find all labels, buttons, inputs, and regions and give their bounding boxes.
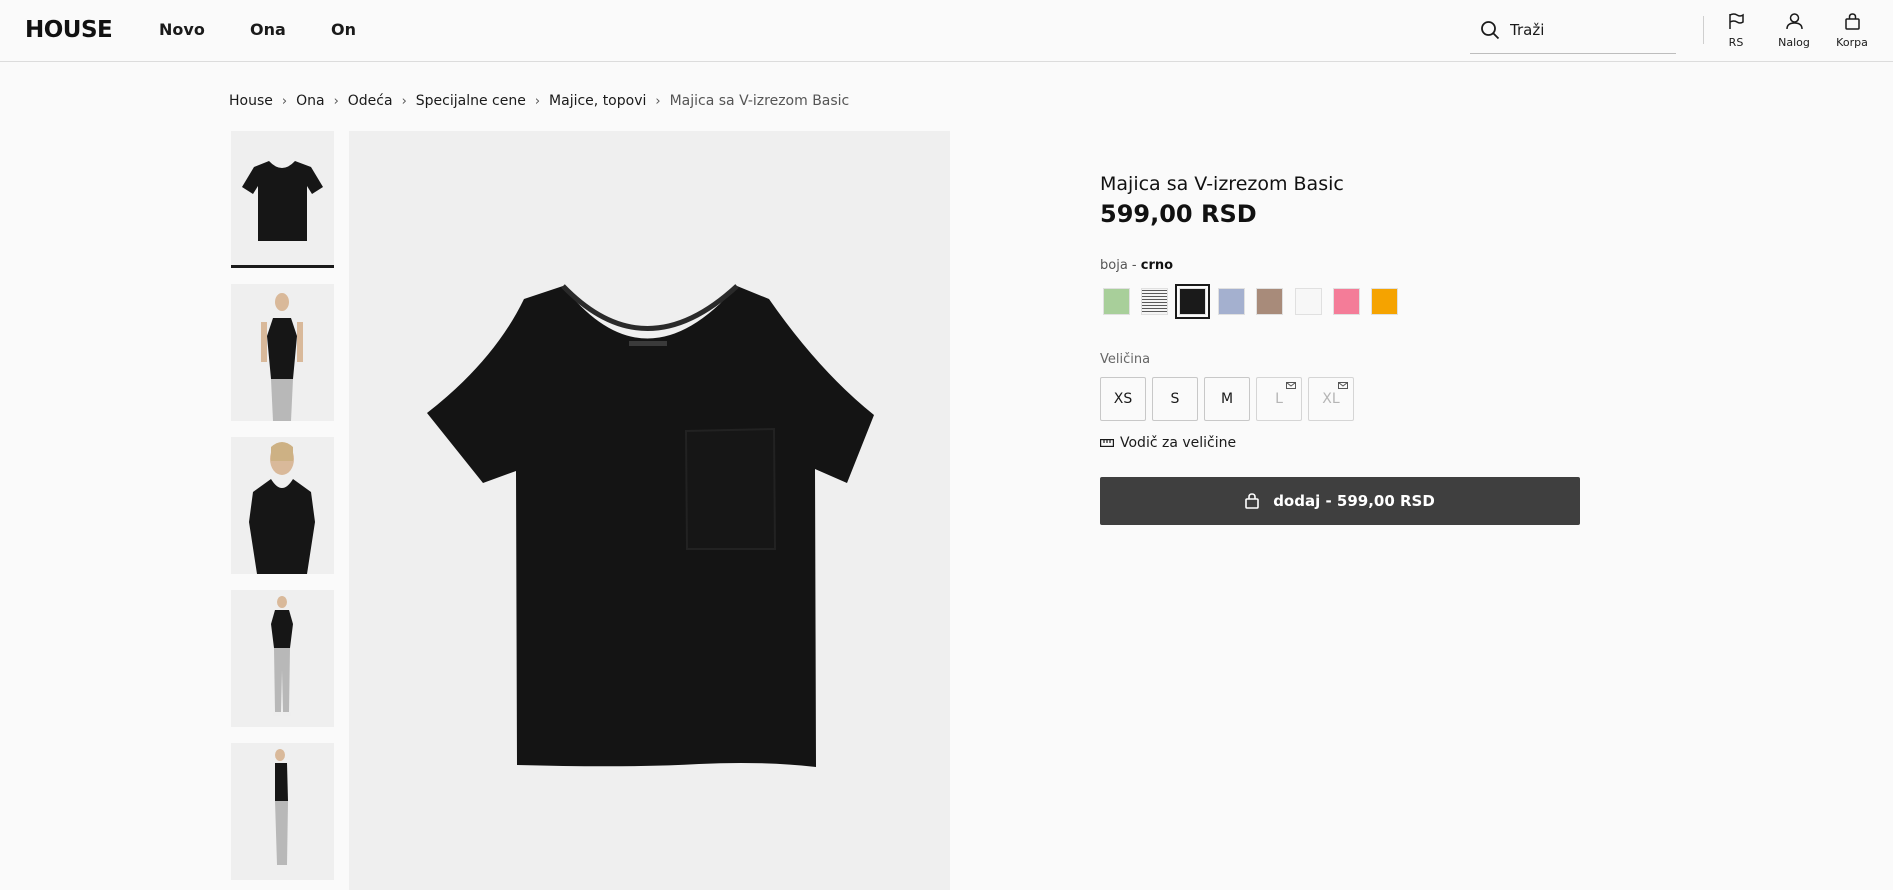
size-button-xs[interactable]: XS (1100, 377, 1146, 421)
size-label: Veličina (1100, 352, 1151, 367)
size-xl-label: XL (1322, 391, 1340, 407)
chevron-right-icon: › (655, 94, 661, 109)
product-thumbnail-3[interactable] (231, 437, 334, 574)
color-swatch-black[interactable] (1175, 284, 1210, 319)
color-swatch-brown[interactable] (1256, 288, 1283, 315)
house-logo[interactable]: HOUSE (25, 17, 113, 43)
product-title: Majica sa V-izrezom Basic (1100, 173, 1344, 195)
nav-novo[interactable]: Novo (159, 20, 205, 39)
region-button[interactable]: RS (1711, 13, 1761, 57)
shopping-bag-icon (1844, 13, 1860, 30)
site-header: HOUSE Novo Ona On RS Nalog Korpa (0, 0, 1893, 62)
ruler-icon (1100, 439, 1115, 448)
breadcrumb-majice-topovi[interactable]: Majice, topovi (549, 93, 646, 109)
shopping-bag-icon (1245, 493, 1259, 509)
product-price: 599,00 RSD (1100, 200, 1257, 228)
product-thumbnail-5[interactable] (231, 743, 334, 880)
size-button-l[interactable]: L (1256, 377, 1302, 421)
account-label: Nalog (1778, 36, 1810, 49)
size-button-m[interactable]: M (1204, 377, 1250, 421)
add-to-cart-label: dodaj - 599,00 RSD (1273, 492, 1435, 510)
user-icon (1785, 13, 1803, 30)
mail-icon (1286, 382, 1296, 389)
color-swatch-white[interactable] (1295, 288, 1322, 315)
chevron-right-icon: › (333, 94, 339, 109)
chevron-right-icon: › (534, 94, 541, 109)
breadcrumb-current: Majica sa V-izrezom Basic (669, 93, 850, 109)
cart-label: Korpa (1836, 36, 1868, 49)
search-icon[interactable] (1480, 20, 1500, 40)
nav-ona[interactable]: Ona (250, 20, 286, 39)
product-thumbnail-1[interactable] (231, 131, 334, 268)
color-swatch-orange[interactable] (1371, 288, 1398, 315)
search-bar (1470, 14, 1676, 54)
header-divider (1703, 16, 1704, 44)
flag-icon (1729, 13, 1744, 29)
mail-icon (1338, 382, 1348, 389)
thumbnail-active-indicator (231, 265, 334, 268)
breadcrumb-house[interactable]: House (229, 93, 273, 109)
product-main-image[interactable] (349, 131, 950, 890)
breadcrumb-odeca[interactable]: Odeća (348, 93, 393, 109)
search-input[interactable] (1510, 18, 1670, 42)
size-guide-label: Vodič za veličine (1120, 435, 1237, 451)
cart-button[interactable]: Korpa (1827, 13, 1877, 57)
size-button-xl[interactable]: XL (1308, 377, 1354, 421)
color-swatch-striped[interactable] (1141, 288, 1168, 315)
region-label: RS (1728, 36, 1744, 49)
product-thumbnail-4[interactable] (231, 590, 334, 727)
account-button[interactable]: Nalog (1769, 13, 1819, 57)
breadcrumb: House › Ona › Odeća › Specijalne cene › Majice, … (229, 93, 849, 109)
color-swatch-green[interactable] (1103, 288, 1130, 315)
size-guide-link[interactable]: Vodič za veličine (1100, 435, 1236, 451)
breadcrumb-specijalne-cene[interactable]: Specijalne cene (416, 93, 526, 109)
nav-on[interactable]: On (331, 20, 356, 39)
selected-color-name: crno (1140, 258, 1174, 273)
size-button-s[interactable]: S (1152, 377, 1198, 421)
color-label: boja - crno (1100, 258, 1174, 273)
breadcrumb-ona[interactable]: Ona (296, 93, 324, 109)
color-swatch-pink[interactable] (1333, 288, 1360, 315)
add-to-cart-button[interactable]: dodaj - 599,00 RSD (1100, 477, 1580, 525)
size-l-label: L (1275, 391, 1283, 407)
chevron-right-icon: › (281, 94, 288, 109)
chevron-right-icon: › (401, 94, 407, 109)
color-swatch-light-blue[interactable] (1218, 288, 1245, 315)
product-thumbnail-2[interactable] (231, 284, 334, 421)
